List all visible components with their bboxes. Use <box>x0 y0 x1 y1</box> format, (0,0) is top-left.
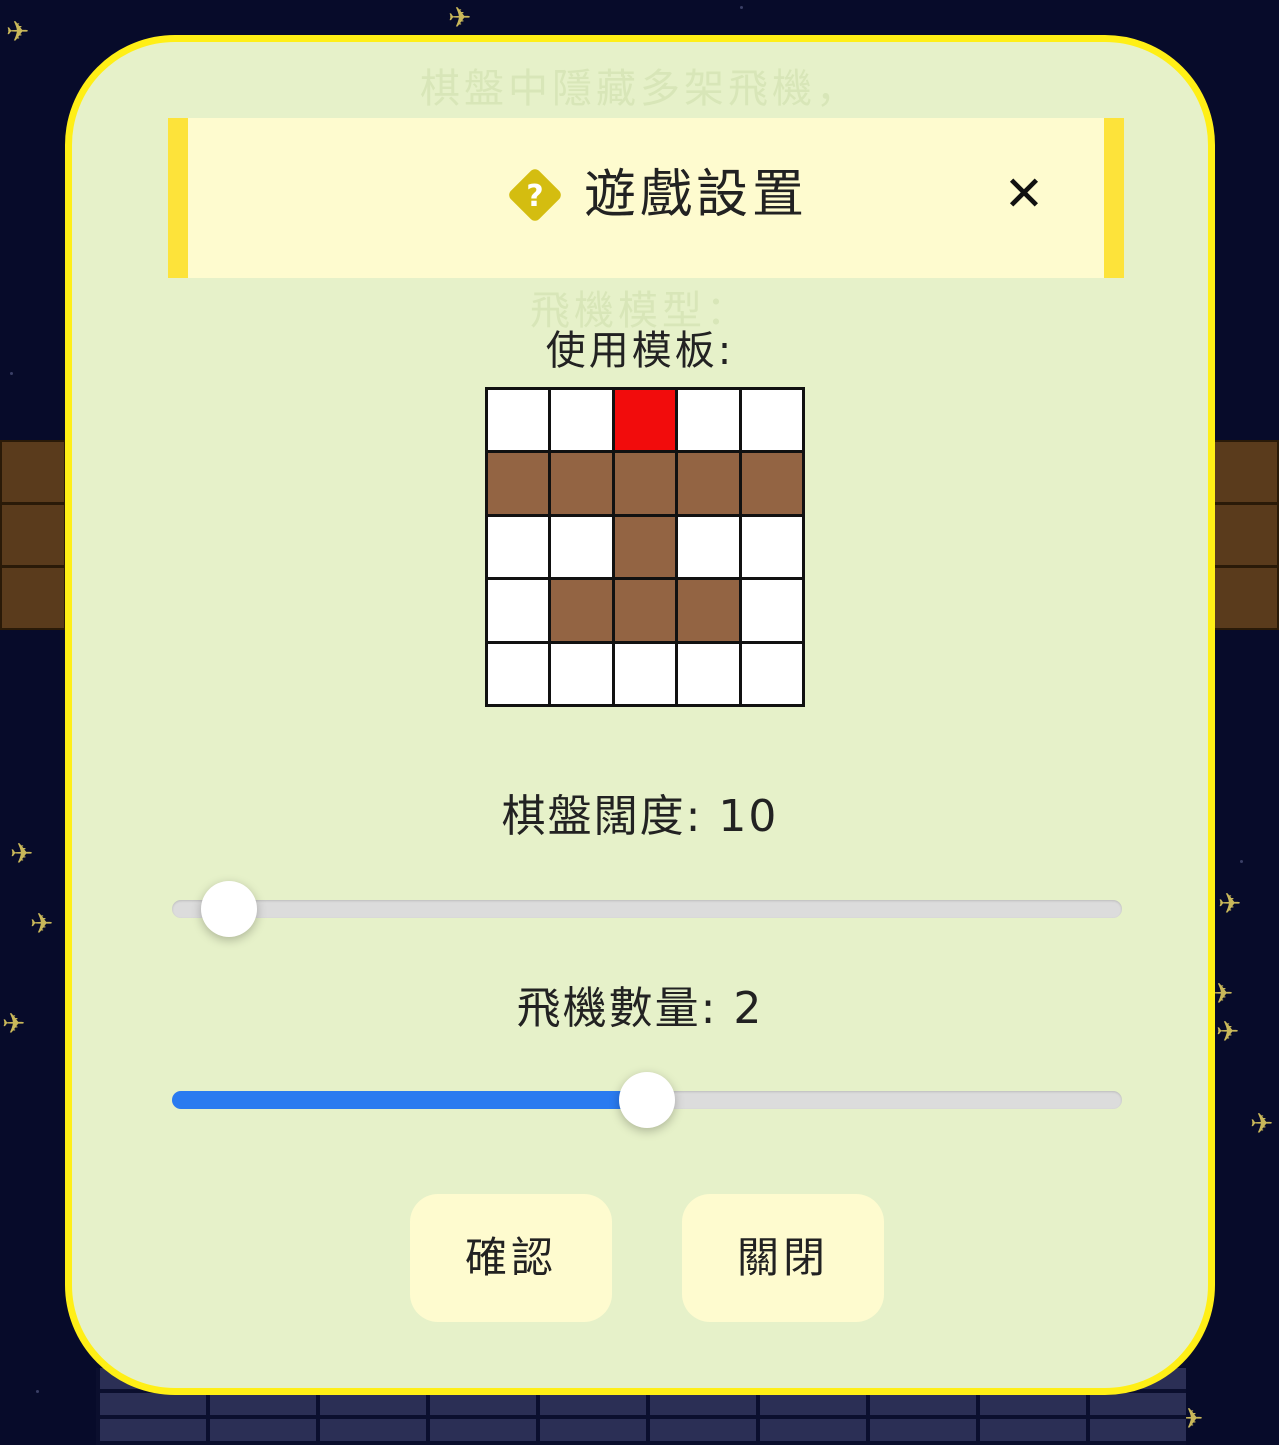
template-cell-empty <box>551 643 612 704</box>
board-row <box>0 503 66 567</box>
plane-icon: ✈ <box>1218 887 1242 920</box>
plane-icon: ✈ <box>2 1007 26 1040</box>
template-cell-body <box>741 453 802 514</box>
star <box>740 6 743 9</box>
board-row <box>1213 503 1279 567</box>
star <box>10 372 13 375</box>
template-cell-empty <box>678 516 739 578</box>
background-instruction-text: 棋盤中隱藏多架飛機， <box>420 66 860 112</box>
board-row <box>1213 566 1279 630</box>
template-cell-empty <box>551 516 612 578</box>
plane-template-grid <box>485 387 805 707</box>
board-width-label: 棋盤闊度: 10 <box>501 791 779 842</box>
plane-icon: ✈ <box>6 15 30 48</box>
template-cell-empty <box>678 643 739 704</box>
template-cell-empty <box>488 643 549 704</box>
plane-count-slider-thumb[interactable] <box>619 1072 675 1128</box>
close-icon[interactable]: ✕ <box>992 162 1056 226</box>
template-cell-empty <box>551 390 612 451</box>
template-cell-body <box>678 580 739 641</box>
plane-count-slider-fill <box>172 1091 647 1109</box>
modal-header: ? 遊戲設置 ✕ <box>168 118 1124 278</box>
svg-text:?: ? <box>526 179 543 214</box>
template-cell-empty <box>488 390 549 451</box>
plane-icon: ✈ <box>448 1 472 34</box>
template-cell-empty <box>614 643 676 704</box>
template-cell-empty <box>741 580 802 641</box>
modal-title: 遊戲設置 <box>584 165 809 225</box>
template-cell-body <box>614 453 676 514</box>
board-row <box>0 440 66 504</box>
board-width-slider[interactable] <box>172 881 1122 937</box>
template-cell-body <box>551 453 612 514</box>
board-row <box>0 566 66 630</box>
plane-icon: ✈ <box>1216 1015 1240 1048</box>
board-row <box>1213 440 1279 504</box>
close-button[interactable]: 關閉 <box>682 1194 884 1322</box>
template-cell-head <box>614 390 676 451</box>
template-cell-empty <box>741 516 802 578</box>
settings-modal: 棋盤中隱藏多架飛機， 飛機模型： ? 遊戲設置 ✕ 使用模板: 棋盤闊度: 10… <box>65 35 1215 1395</box>
star <box>1240 860 1243 863</box>
plane-icon: ✈ <box>1250 1107 1274 1140</box>
confirm-button[interactable]: 確認 <box>410 1194 612 1322</box>
star <box>36 1390 39 1393</box>
help-icon: ? <box>504 164 566 226</box>
plane-count-label: 飛機數量: 2 <box>516 983 764 1034</box>
template-cell-empty <box>678 390 739 451</box>
template-cell-empty <box>741 390 802 451</box>
board-width-slider-thumb[interactable] <box>201 881 257 937</box>
template-cell-body <box>678 453 739 514</box>
template-cell-body <box>551 580 612 641</box>
template-cell-body <box>614 580 676 641</box>
template-cell-body <box>614 516 676 578</box>
template-cell-empty <box>488 516 549 578</box>
template-cell-body <box>488 453 549 514</box>
template-cell-empty <box>488 580 549 641</box>
plane-icon: ✈ <box>10 837 34 870</box>
plane-icon: ✈ <box>30 907 54 940</box>
plane-count-slider[interactable] <box>172 1072 1122 1128</box>
template-cell-empty <box>741 643 802 704</box>
template-label: 使用模板: <box>545 328 735 374</box>
